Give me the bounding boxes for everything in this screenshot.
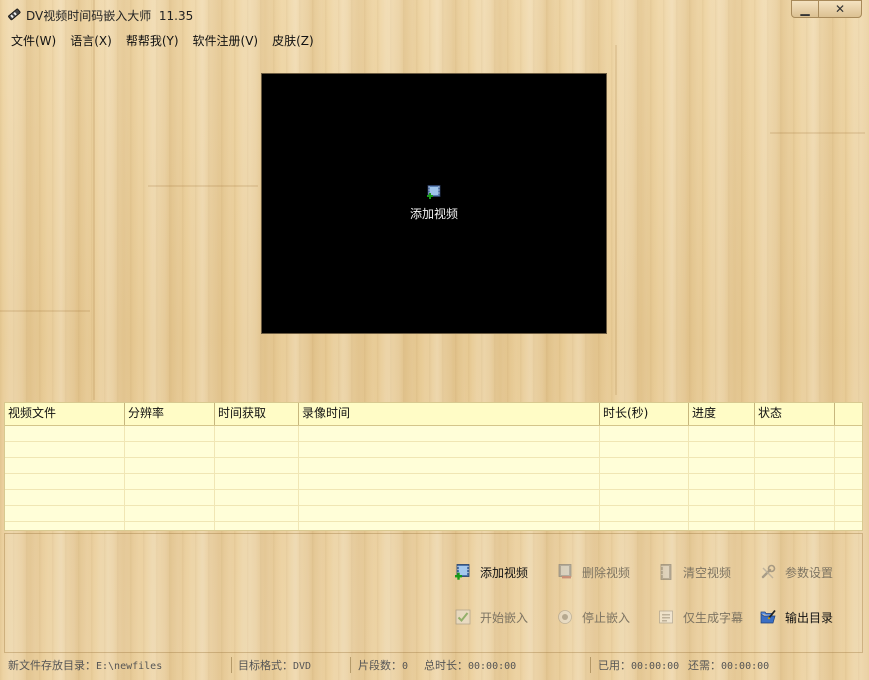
stop-embed-button[interactable]: 停止嵌入	[557, 607, 630, 627]
preview-add-video-label: 添加视频	[409, 207, 458, 221]
column-header-record-time[interactable]: 录像时间	[299, 403, 600, 425]
status-elapsed-value: 00:00:00	[631, 661, 680, 672]
start-embed-button[interactable]: 开始嵌入	[455, 607, 528, 627]
column-header-progress[interactable]: 进度	[689, 403, 755, 425]
status-segment-count-label: 片段数：	[358, 659, 402, 672]
column-gridline	[599, 426, 600, 530]
video-list-table[interactable]: 视频文件 分辨率 时间获取 录像时间 时长(秒) 进度 状态	[4, 402, 863, 531]
wrench-icon	[761, 564, 776, 579]
status-elapsed: 已用：00:00:00	[598, 657, 679, 674]
subtitle-only-label: 仅生成字幕	[683, 610, 744, 625]
status-elapsed-label: 已用：	[598, 659, 631, 672]
status-target-format-value: DVD	[293, 661, 312, 672]
output-directory-button[interactable]: 输出目录	[760, 607, 833, 627]
folder-pen-icon	[760, 609, 776, 624]
film-delete-icon	[558, 564, 572, 579]
wood-seam	[770, 132, 865, 134]
window-title: DV视频时间码嵌入大师 11.35	[26, 9, 194, 23]
film-clear-icon	[660, 564, 672, 580]
status-bar: 新文件存放目录：E:\newfiles 目标格式：DVD 片段数：0 总时长：0…	[0, 655, 869, 680]
column-gridline	[754, 426, 755, 530]
stop-icon	[558, 610, 572, 624]
subtitle-only-button[interactable]: 仅生成字幕	[658, 607, 743, 627]
clear-video-label: 清空视频	[683, 565, 732, 580]
column-header-time-source[interactable]: 时间获取	[215, 403, 299, 425]
preview-add-video-button[interactable]: 添加视频	[402, 185, 466, 222]
title-bar: DV视频时间码嵌入大师 11.35 ▁ ✕	[0, 0, 869, 28]
column-header-video-file[interactable]: 视频文件	[5, 403, 125, 425]
minimize-icon: ▁	[800, 2, 810, 16]
column-header-resolution[interactable]: 分辨率	[125, 403, 215, 425]
status-segment-count-value: 0	[402, 661, 409, 672]
status-save-directory: 新文件存放目录：E:\newfiles	[8, 657, 162, 674]
column-gridline	[298, 426, 299, 530]
row-gridline	[5, 505, 862, 506]
column-gridline	[124, 426, 125, 530]
menu-language[interactable]: 语言(X)	[63, 30, 119, 50]
status-total-duration-value: 00:00:00	[468, 661, 517, 672]
status-separator	[350, 657, 351, 673]
column-gridline	[214, 426, 215, 530]
minimize-button[interactable]: ▁	[791, 0, 819, 18]
app-icon	[8, 8, 21, 21]
column-header-extra[interactable]	[835, 403, 862, 425]
column-gridline	[834, 426, 835, 530]
table-body[interactable]	[5, 426, 862, 530]
add-video-button[interactable]: 添加视频	[455, 562, 528, 582]
status-total-duration: 总时长：00:00:00	[424, 657, 516, 674]
status-save-directory-value: E:\newfiles	[96, 661, 163, 672]
wood-seam	[93, 0, 95, 400]
status-total-duration-label: 总时长：	[424, 659, 468, 672]
add-video-label: 添加视频	[480, 565, 529, 580]
table-header: 视频文件 分辨率 时间获取 录像时间 时长(秒) 进度 状态	[5, 403, 862, 426]
status-remaining-value: 00:00:00	[721, 661, 770, 672]
close-icon: ✕	[834, 2, 846, 16]
delete-video-label: 删除视频	[582, 565, 631, 580]
wood-seam	[0, 310, 90, 312]
menu-skin[interactable]: 皮肤(Z)	[265, 30, 321, 50]
stop-embed-label: 停止嵌入	[582, 610, 631, 625]
menu-bar: 文件(W) 语言(X) 帮帮我(Y) 软件注册(V) 皮肤(Z)	[4, 30, 321, 50]
status-target-format-label: 目标格式：	[238, 659, 293, 672]
column-gridline	[688, 426, 689, 530]
status-segment-count: 片段数：0	[358, 657, 408, 674]
wood-seam	[615, 45, 617, 395]
start-embed-label: 开始嵌入	[480, 610, 529, 625]
settings-button[interactable]: 参数设置	[760, 562, 833, 582]
menu-file[interactable]: 文件(W)	[4, 30, 63, 50]
status-save-directory-label: 新文件存放目录：	[8, 659, 96, 672]
menu-help[interactable]: 帮帮我(Y)	[119, 30, 186, 50]
output-directory-label: 输出目录	[785, 610, 834, 625]
film-add-icon	[427, 185, 441, 199]
checkmark-icon	[455, 609, 471, 625]
delete-video-button[interactable]: 删除视频	[557, 562, 630, 582]
video-preview: 添加视频	[261, 73, 607, 334]
row-gridline	[5, 521, 862, 522]
action-panel	[4, 533, 863, 653]
status-separator	[231, 657, 232, 673]
settings-label: 参数设置	[785, 565, 834, 580]
subtitle-icon	[659, 610, 673, 624]
film-add-icon	[455, 564, 470, 580]
status-separator	[590, 657, 591, 673]
status-remaining: 还需：00:00:00	[688, 657, 769, 674]
status-target-format: 目标格式：DVD	[238, 657, 311, 674]
status-remaining-label: 还需：	[688, 659, 721, 672]
close-button[interactable]: ✕	[818, 0, 862, 18]
row-gridline	[5, 457, 862, 458]
column-header-duration[interactable]: 时长(秒)	[600, 403, 689, 425]
column-header-status[interactable]: 状态	[755, 403, 835, 425]
menu-register[interactable]: 软件注册(V)	[186, 30, 266, 50]
row-gridline	[5, 441, 862, 442]
row-gridline	[5, 489, 862, 490]
clear-video-button[interactable]: 清空视频	[658, 562, 731, 582]
wood-seam	[148, 185, 258, 187]
row-gridline	[5, 473, 862, 474]
